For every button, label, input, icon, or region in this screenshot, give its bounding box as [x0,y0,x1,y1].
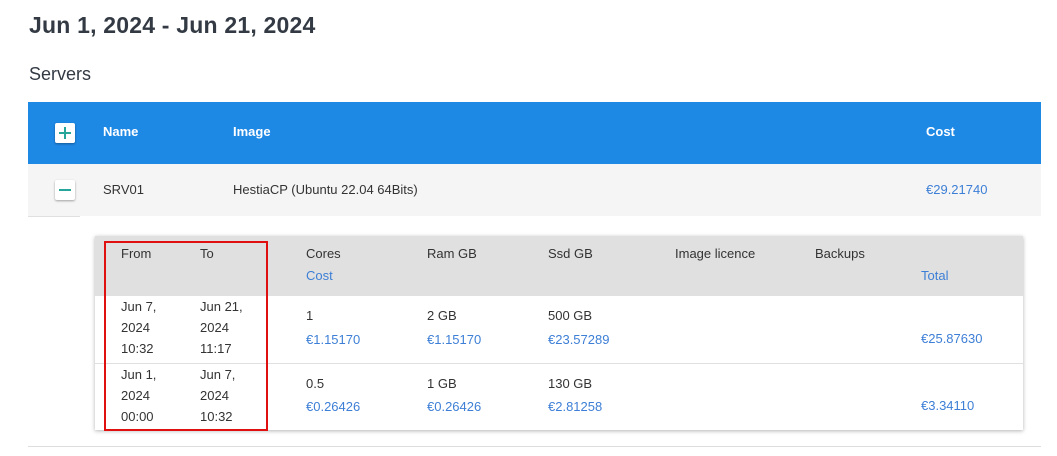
cores-value: 1 [306,308,314,323]
row-divider [28,216,80,217]
server-name: SRV01 [103,182,144,197]
ssd-value: 130 GB [548,376,593,391]
column-header-total: Total [921,268,949,283]
column-header-to: To [200,246,214,261]
period-to: Jun 7, 2024 10:32 [200,367,236,424]
report-date-range: Jun 1, 2024 - Jun 21, 2024 [29,12,316,38]
server-row[interactable]: SRV01 HestiaCP (Ubuntu 22.04 64Bits) €29… [28,164,1041,216]
ram-cost[interactable]: €1.15170 [427,332,481,347]
column-header-name[interactable]: Name [103,124,138,139]
minus-icon [59,189,71,191]
table-row: Jun 1, 2024 00:00 Jun 7, 2024 10:32 0.5 … [95,364,1023,430]
ssd-cost[interactable]: €23.57289 [548,332,609,347]
details-table-header: From To Cores Cost Ram GB Ssd GB Image l… [95,236,1023,296]
column-header-backups: Backups [815,246,865,261]
plus-icon [59,127,71,139]
ssd-cost[interactable]: €2.81258 [548,399,602,414]
ram-cost[interactable]: €0.26426 [427,399,481,414]
ram-value: 1 GB [427,376,457,391]
column-header-cost: Cost [306,268,333,283]
server-image: HestiaCP (Ubuntu 22.04 64Bits) [233,182,418,197]
servers-section-title: Servers [29,64,92,84]
column-header-from: From [121,246,152,261]
ssd-value: 500 GB [548,308,593,323]
column-header-ram: Ram GB [427,246,477,261]
column-header-ssd: Ssd GB [548,246,593,261]
server-usage-details: From To Cores Cost Ram GB Ssd GB Image l… [95,236,1023,430]
period-to: Jun 21, 2024 11:17 [200,299,243,356]
cores-cost[interactable]: €1.15170 [306,332,360,347]
column-header-cost[interactable]: Cost [926,124,955,139]
cores-cost[interactable]: €0.26426 [306,399,360,414]
section-bottom-divider [28,446,1041,447]
column-header-image[interactable]: Image [233,124,271,139]
expand-all-button[interactable] [55,123,75,143]
table-row: Jun 7, 2024 10:32 Jun 21, 2024 11:17 1 €… [95,296,1023,364]
period-from: Jun 1, 2024 00:00 [121,367,157,424]
row-total[interactable]: €25.87630 [921,331,982,346]
servers-table-header: Name Image Cost [28,102,1041,164]
ram-value: 2 GB [427,308,457,323]
collapse-row-button[interactable] [55,180,75,200]
server-cost-link[interactable]: €29.21740 [926,182,987,197]
column-header-cores: Cores [306,246,341,261]
row-total[interactable]: €3.34110 [921,398,974,413]
cores-value: 0.5 [306,376,325,391]
billing-report-page: Jun 1, 2024 - Jun 21, 2024 Servers Name … [0,0,1057,456]
column-header-image-licence: Image licence [675,246,756,261]
period-from: Jun 7, 2024 10:32 [121,299,157,356]
